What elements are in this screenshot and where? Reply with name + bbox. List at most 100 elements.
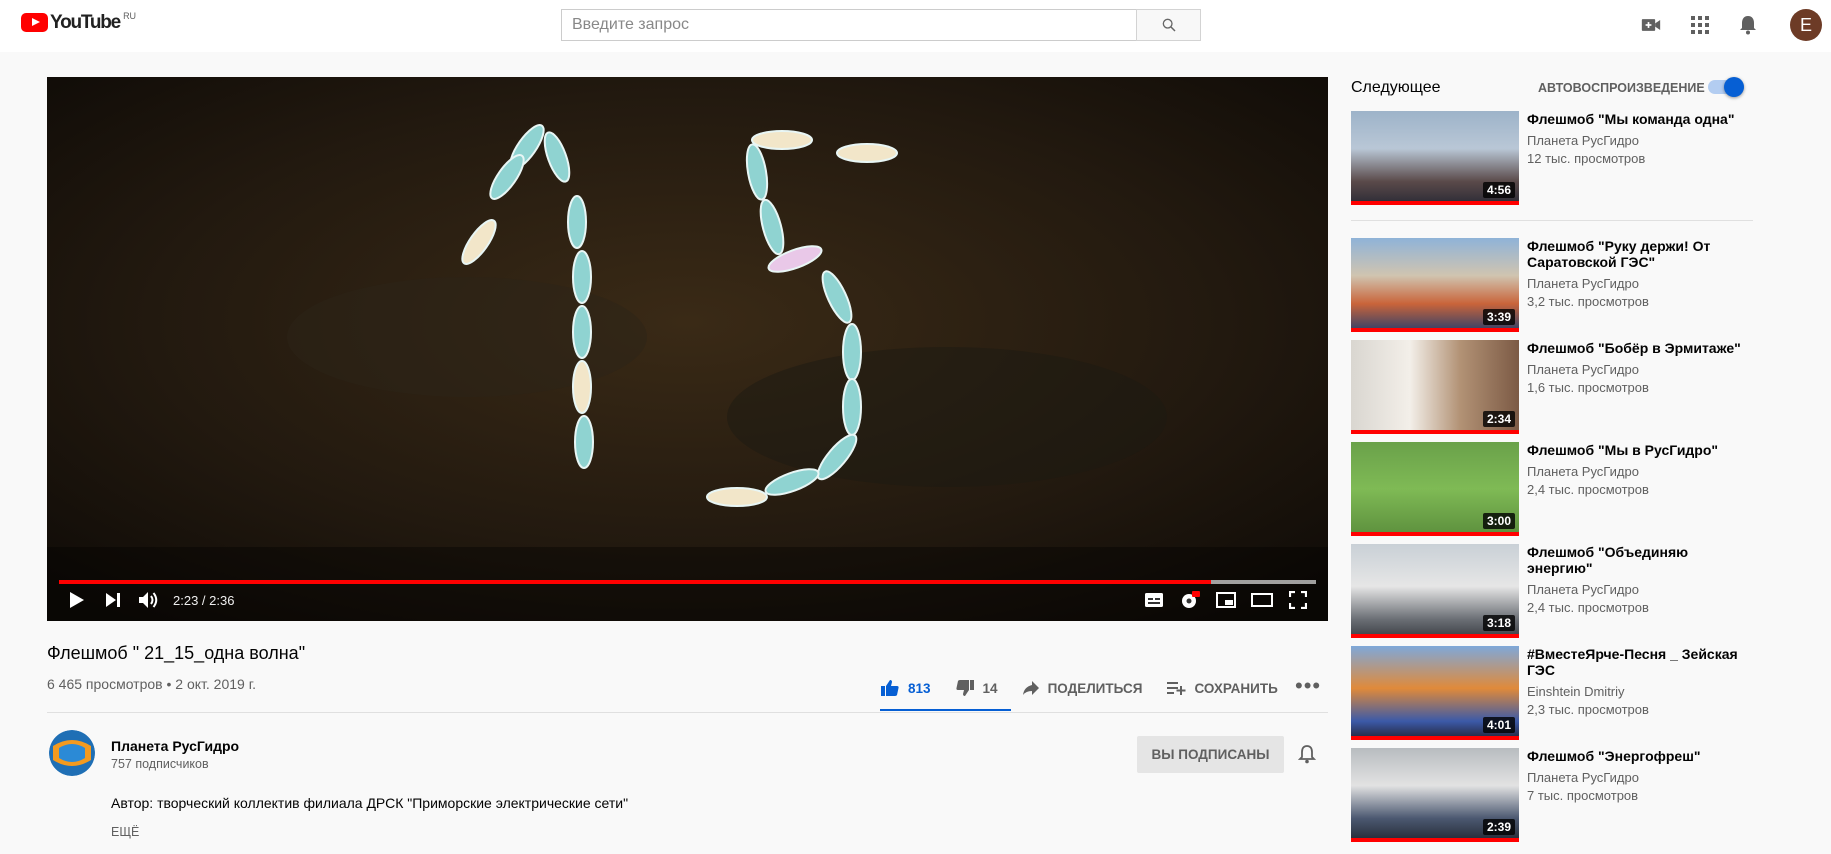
miniplayer-button[interactable] [1208, 582, 1244, 618]
youtube-logo[interactable]: YouTube RU [21, 11, 137, 33]
video-duration: 4:56 [1482, 182, 1515, 198]
video-thumbnail[interactable]: 2:39 [1351, 748, 1519, 842]
channel-avatar[interactable] [49, 730, 95, 776]
recommended-video[interactable]: 4:01 #ВместеЯрче-Песня _ Зейская ГЭС Einsh… [1351, 646, 1761, 740]
share-button[interactable]: ПОДЕЛИТЬСЯ [1022, 680, 1143, 696]
watched-progress-bar [1351, 838, 1519, 842]
recommended-video[interactable]: 3:39 Флешмоб "Руку держи! От Саратовской … [1351, 238, 1761, 332]
autoplay-toggle[interactable] [1708, 77, 1744, 97]
playlist-add-icon [1167, 682, 1186, 695]
recommended-views: 7 тыс. просмотров [1527, 788, 1639, 803]
search-input[interactable]: Введите запрос [561, 9, 1136, 41]
video-thumbnail[interactable]: 2:34 [1351, 340, 1519, 434]
fullscreen-button[interactable] [1280, 582, 1316, 618]
thumbs-up-icon [881, 680, 899, 696]
more-actions-button[interactable]: ••• [1295, 675, 1321, 697]
video-duration: 2:39 [1482, 819, 1515, 835]
recommended-channel[interactable]: Планета РусГидро [1527, 276, 1639, 291]
like-ratio-bar [880, 709, 1011, 711]
recommended-title[interactable]: Флешмоб "Мы в РусГидро" [1527, 442, 1747, 458]
info-divider [47, 712, 1328, 713]
bell-icon [1297, 745, 1317, 764]
channel-subscribers: 757 подписчиков [111, 757, 209, 771]
recommended-channel[interactable]: Планета РусГидро [1527, 582, 1639, 597]
account-avatar[interactable]: E [1790, 9, 1822, 41]
top-bar: YouTube RU Введите запрос E [0, 0, 1831, 52]
create-video-icon[interactable] [1640, 14, 1662, 36]
recommended-video[interactable]: 3:00 Флешмоб "Мы в РусГидро" Планета РусГи… [1351, 442, 1761, 536]
player-controls: 2:23 / 2:36 [47, 579, 1328, 621]
theater-mode-button[interactable] [1244, 582, 1280, 618]
video-player[interactable]: 2:23 / 2:36 [47, 77, 1328, 621]
video-title: Флешмоб " 21_15_одна волна" [47, 643, 306, 663]
recommended-title[interactable]: Флешмоб "Мы команда одна" [1527, 111, 1747, 127]
video-duration: 4:01 [1482, 717, 1515, 733]
channel-name[interactable]: Планета РусГидро [111, 738, 239, 754]
recommended-views: 2,4 тыс. просмотров [1527, 600, 1649, 615]
recommended-title[interactable]: Флешмоб "Объединяю энергию" [1527, 544, 1747, 576]
recommended-channel[interactable]: Планета РусГидро [1527, 362, 1639, 377]
volume-icon [139, 592, 158, 608]
volume-button[interactable] [131, 582, 167, 618]
youtube-play-icon [21, 13, 48, 32]
recommended-views: 3,2 тыс. просмотров [1527, 294, 1649, 309]
next-button[interactable] [95, 582, 131, 618]
save-label: СОХРАНИТЬ [1194, 680, 1278, 696]
subtitles-icon [1145, 593, 1163, 607]
show-more-link[interactable]: ЕЩЁ [111, 825, 139, 839]
watched-progress-bar [1351, 430, 1519, 434]
play-button[interactable] [59, 582, 95, 618]
recommended-title[interactable]: #ВместеЯрче-Песня _ Зейская ГЭС [1527, 646, 1747, 678]
search-button[interactable] [1136, 9, 1201, 41]
video-actions: 813 14 ПОДЕЛИТЬСЯ СОХРАНИТЬ [880, 668, 1302, 708]
recommended-views: 12 тыс. просмотров [1527, 151, 1646, 166]
logo-text: YouTube [50, 12, 121, 33]
video-thumbnail[interactable]: 3:00 [1351, 442, 1519, 536]
channel-notifications-button[interactable] [1297, 744, 1317, 769]
subscribed-button[interactable]: ВЫ ПОДПИСАНЫ [1137, 736, 1284, 773]
like-button[interactable]: 813 [880, 679, 931, 697]
recommended-title[interactable]: Флешмоб "Бобёр в Эрмитаже" [1527, 340, 1747, 356]
video-thumbnail[interactable]: 4:56 [1351, 111, 1519, 205]
apps-grid-icon[interactable] [1689, 14, 1711, 36]
video-meta: 6 465 просмотров • 2 окт. 2019 г. [47, 676, 256, 692]
video-thumbnail[interactable]: 4:01 [1351, 646, 1519, 740]
video-thumbnail[interactable]: 3:39 [1351, 238, 1519, 332]
recommended-views: 2,4 тыс. просмотров [1527, 482, 1649, 497]
settings-button[interactable] [1172, 582, 1208, 618]
video-thumbnail[interactable]: 3:18 [1351, 544, 1519, 638]
video-description: Автор: творческий коллектив филиала ДРСК… [111, 795, 629, 811]
watched-progress-bar [1351, 736, 1519, 740]
dislike-count: 14 [982, 680, 998, 696]
recommended-title[interactable]: Флешмоб "Энергофреш" [1527, 748, 1747, 764]
recommended-video[interactable]: 4:56 Флешмоб "Мы команда одна" Планета Рус… [1351, 111, 1761, 205]
autoplay-label: АВТОВОСПРОИЗВЕДЕНИЕ [1538, 81, 1705, 95]
subtitles-button[interactable] [1136, 582, 1172, 618]
recommended-channel[interactable]: Планета РусГидро [1527, 770, 1639, 785]
recommended-title[interactable]: Флешмоб "Руку держи! От Саратовской ГЭС" [1527, 238, 1747, 270]
fullscreen-icon [1289, 591, 1307, 609]
save-button[interactable]: СОХРАНИТЬ [1166, 680, 1278, 696]
video-frame [47, 77, 1328, 621]
watched-progress-bar [1351, 634, 1519, 638]
recommended-channel[interactable]: Einshtein Dmitriy [1527, 684, 1625, 699]
recommended-views: 1,6 тыс. просмотров [1527, 380, 1649, 395]
recommended-channel[interactable]: Планета РусГидро [1527, 133, 1639, 148]
miniplayer-icon [1216, 592, 1236, 608]
like-count: 813 [908, 680, 931, 696]
share-label: ПОДЕЛИТЬСЯ [1047, 680, 1143, 696]
time-display: 2:23 / 2:36 [173, 592, 235, 608]
dislike-button[interactable]: 14 [955, 679, 998, 697]
recommended-video[interactable]: 3:18 Флешмоб "Объединяю энергию" Планета Р… [1351, 544, 1761, 638]
recommended-channel[interactable]: Планета РусГидро [1527, 464, 1639, 479]
search-bar: Введите запрос [561, 9, 1201, 41]
video-duration: 3:39 [1482, 309, 1515, 325]
search-icon [1162, 18, 1176, 32]
watched-progress-bar [1351, 328, 1519, 332]
logo-region: RU [123, 11, 137, 21]
recommended-video[interactable]: 2:39 Флешмоб "Энергофреш" Планета РусГидро… [1351, 748, 1761, 842]
recommended-video[interactable]: 2:34 Флешмоб "Бобёр в Эрмитаже" Планета Ру… [1351, 340, 1761, 434]
share-icon [1022, 681, 1039, 695]
notifications-bell-icon[interactable] [1737, 14, 1759, 36]
up-next-separator [1351, 220, 1753, 221]
